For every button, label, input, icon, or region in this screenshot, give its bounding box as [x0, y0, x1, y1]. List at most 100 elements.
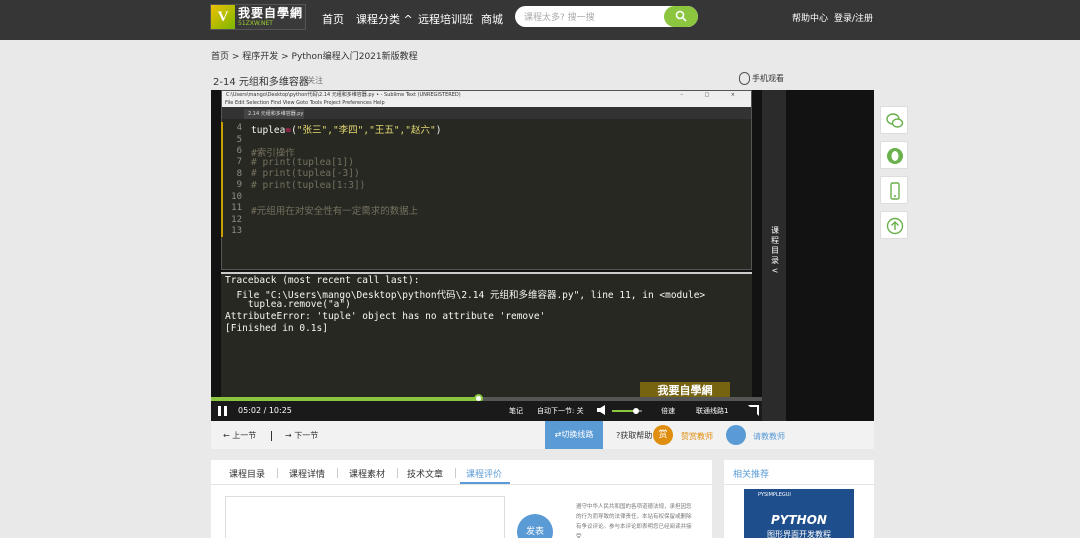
tab-course-reviews[interactable]: 课程评价	[466, 467, 502, 480]
tab-bar-border	[211, 484, 712, 485]
line-number: 11	[231, 203, 242, 213]
recommend-panel: 相关推荐 PYSIMPLEGUI PYTHON 图形界面开发教程	[724, 460, 874, 538]
line-number: 13	[231, 226, 242, 236]
line-number: 7	[236, 157, 242, 167]
nav-remote-training[interactable]: 远程培训班	[418, 11, 473, 27]
code-line: # print(tuplea[-3])	[251, 168, 360, 179]
recommend-title: 相关推荐	[733, 470, 770, 480]
tab-course-catalog[interactable]: 课程目录	[229, 467, 265, 480]
recommend-divider	[724, 484, 874, 485]
wechat-share-button[interactable]	[880, 106, 908, 134]
help-button[interactable]: ?获取帮助	[616, 430, 652, 441]
pause-icon[interactable]	[218, 406, 227, 416]
volume-slider[interactable]	[612, 408, 642, 414]
line-number: 6	[236, 146, 242, 156]
notes-button[interactable]: 笔记	[509, 406, 523, 416]
nav-shop[interactable]: 商城	[481, 11, 503, 27]
line-number: 12	[231, 215, 242, 225]
tab-divider	[337, 468, 338, 478]
breadcrumb[interactable]: 首页 > 程序开发 > Python编程入门2021新版教程	[211, 49, 418, 62]
bulb-icon[interactable]	[726, 425, 746, 445]
switch-line-label: 切换线路	[561, 430, 594, 439]
nav-home[interactable]: 首页	[322, 11, 344, 27]
window-controls: – □ ×	[680, 92, 745, 98]
tab-course-materials[interactable]: 课程素材	[349, 467, 385, 480]
comment-notice: 遵守中华人民共和国的各项道德法规，承担因您的行为而导致的法律责任，本站有权保留或…	[576, 504, 692, 538]
thumb-subtitle: 图形界面开发教程	[767, 530, 831, 538]
qq-icon	[887, 148, 903, 164]
mobile-share-button[interactable]	[880, 176, 908, 204]
line-number: 9	[236, 180, 242, 190]
phone-icon	[739, 72, 750, 85]
prev-lesson-button[interactable]: ← 上一节	[223, 430, 256, 441]
lesson-toolbar: ← 上一节 → 下一节 ⇄切换线路 ?获取帮助 赏 赞赏教师 请教教师	[211, 421, 874, 449]
thumb-title: PYTHON	[771, 513, 827, 527]
code-line: # print(tuplea[1])	[251, 157, 354, 168]
follow-button[interactable]: ♡关注	[300, 75, 323, 86]
help-center-link[interactable]: 帮助中心	[792, 11, 828, 24]
line-number: 5	[236, 135, 242, 145]
search-icon	[675, 10, 687, 22]
volume-handle[interactable]	[633, 408, 639, 414]
comment-input[interactable]	[225, 496, 505, 538]
tab-tech-articles[interactable]: 技术文章	[407, 467, 443, 480]
search-button[interactable]	[664, 6, 698, 27]
logo-icon: V	[211, 5, 235, 29]
catalog-label: 课程目录	[771, 226, 779, 265]
logo-url: 51ZXW.NET	[238, 20, 273, 27]
praise-icon[interactable]: 赏	[653, 425, 673, 445]
chevron-left-icon: <	[771, 266, 779, 275]
code-line: # print(tuplea[1:3])	[251, 180, 366, 191]
console-line: AttributeError: 'tuple' object has no at…	[225, 311, 546, 322]
nav-course-categories[interactable]: 课程分类 ^	[356, 11, 413, 27]
tab-divider	[277, 468, 278, 478]
toolbar-divider	[271, 431, 272, 441]
search-input[interactable]: 课程太多? 搜一搜	[524, 10, 595, 23]
arrow-up-icon	[886, 217, 904, 235]
tab-divider	[455, 468, 456, 478]
ask-teacher-link[interactable]: 请教教师	[753, 431, 785, 442]
player-controls: 05:02 / 10:25 笔记 自动下一节: 关 倍速 联通线路1	[211, 401, 762, 421]
phone-icon	[890, 182, 900, 200]
site-logo[interactable]: V 我要自學網 51ZXW.NET	[210, 4, 306, 30]
editor-tab: 2.14 元组和多维容器.py	[244, 109, 304, 119]
code-line: tuplea=("张三","李四","王五","赵六")	[251, 125, 442, 136]
tab-divider	[397, 468, 398, 478]
mobile-watch-button[interactable]: 手机观看	[739, 72, 784, 85]
praise-teacher-link[interactable]: 赞赏教师	[681, 431, 713, 442]
console-line: [Finished in 0.1s]	[225, 323, 328, 334]
logo-text: 我要自學網	[238, 6, 304, 20]
autoplay-toggle[interactable]: 自动下一节: 关	[537, 406, 584, 416]
line-number: 10	[231, 192, 242, 202]
top-navbar: V 我要自學網 51ZXW.NET 首页 课程分类 ^ 远程培训班 商城 课程太…	[0, 0, 1080, 40]
line-number: 4	[236, 123, 242, 133]
chevron-up-icon: ^	[403, 13, 413, 26]
console-line: Traceback (most recent call last):	[225, 275, 420, 286]
back-to-top-button[interactable]	[880, 211, 908, 239]
submit-comment-button[interactable]: 发表	[517, 514, 553, 538]
qq-share-button[interactable]	[880, 141, 908, 169]
course-tabs-panel: 课程目录 课程详情 课程素材 技术文章 课程评价 发表 遵守中华人民共和国的各项…	[211, 460, 712, 538]
catalog-toggle[interactable]: 课程目录<	[770, 226, 780, 276]
search-box[interactable]: 课程太多? 搜一搜	[515, 6, 698, 27]
editor-menu-bar: File Edit Selection Find View Goto Tools…	[222, 99, 751, 107]
switch-line-button[interactable]: ⇄切换线路	[545, 421, 603, 449]
speed-button[interactable]: 倍速	[661, 406, 675, 416]
volume-icon[interactable]	[597, 405, 605, 415]
line-number: 8	[236, 169, 242, 179]
next-lesson-button[interactable]: → 下一节	[285, 430, 318, 441]
time-display: 05:02 / 10:25	[238, 406, 292, 415]
login-register-link[interactable]: 登录/注册	[834, 11, 873, 24]
recommend-course-thumbnail[interactable]: PYSIMPLEGUI PYTHON 图形界面开发教程	[744, 489, 854, 538]
mobile-watch-label: 手机观看	[752, 74, 784, 83]
wechat-icon	[886, 113, 904, 128]
console-line: tuplea.remove("a")	[225, 299, 351, 310]
line-select-button[interactable]: 联通线路1	[696, 406, 728, 416]
lesson-title: 2-14 元组和多维容器	[213, 77, 309, 88]
console-output: Traceback (most recent call last): File …	[221, 272, 752, 397]
fullscreen-icon[interactable]	[748, 405, 759, 416]
editor-tab-bar: 2.14 元组和多维容器.py	[222, 107, 751, 119]
editor-title-bar: C:\Users\mango\Desktop\python代码\2.14 元组和…	[222, 91, 751, 99]
code-line: #元组用在对安全性有一定需求的数据上	[251, 206, 419, 217]
tab-course-details[interactable]: 课程详情	[289, 467, 325, 480]
